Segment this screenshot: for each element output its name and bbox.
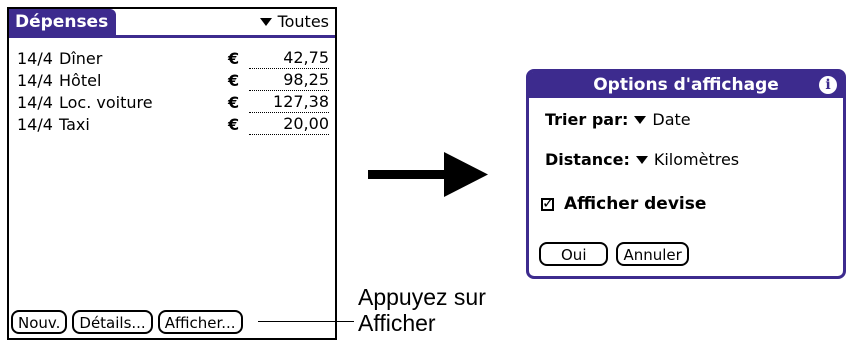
button-row: Nouv. Détails... Afficher... (11, 310, 243, 334)
show-currency-label[interactable]: Afficher devise (564, 194, 706, 214)
dialog-buttons: Oui Annuler (539, 242, 689, 266)
expense-date: 14/4 (17, 49, 53, 68)
expense-description: Taxi (59, 115, 90, 134)
distance-row: Distance: Kilomètres (545, 150, 739, 169)
details-button[interactable]: Détails... (72, 310, 153, 334)
category-picker[interactable]: Toutes (259, 9, 329, 35)
sort-value[interactable]: Date (652, 110, 690, 129)
right-arrow-icon (368, 152, 488, 197)
triangle-down-icon (259, 18, 272, 26)
triangle-down-icon[interactable] (634, 115, 647, 124)
expense-row[interactable]: 14/4 Loc. voiture € 127,38 (17, 92, 329, 114)
callout-text: Appuyez sur Afficher (358, 284, 486, 336)
show-currency-row[interactable]: ✓ Afficher devise (541, 194, 706, 214)
expense-date: 14/4 (17, 93, 53, 112)
dialog-title: Options d'affichage (593, 75, 779, 95)
expense-description: Loc. voiture (59, 93, 153, 112)
sort-row: Trier par: Date (545, 110, 691, 129)
expense-currency: € (228, 49, 240, 68)
callout-line (258, 321, 354, 322)
expense-list-screen: Dépenses Toutes 14/4 Dîner € 42,75 14/4 … (7, 7, 337, 340)
title-bar: Dépenses Toutes (9, 9, 335, 38)
triangle-down-icon[interactable] (635, 155, 648, 164)
expense-row[interactable]: 14/4 Dîner € 42,75 (17, 48, 329, 70)
expense-date: 14/4 (17, 115, 53, 134)
distance-label: Distance: (545, 150, 630, 169)
expense-currency: € (228, 115, 240, 134)
checkbox-icon[interactable]: ✓ (541, 194, 555, 212)
expense-amount[interactable]: 98,25 (249, 70, 329, 91)
expense-amount[interactable]: 20,00 (249, 114, 329, 135)
distance-value[interactable]: Kilomètres (654, 150, 739, 169)
sort-label: Trier par: (545, 110, 629, 129)
expense-description: Dîner (59, 49, 103, 68)
callout-line-1: Appuyez sur (358, 284, 486, 310)
ok-button[interactable]: Oui (539, 242, 609, 266)
category-label: Toutes (277, 12, 329, 31)
expense-currency: € (228, 71, 240, 90)
expense-amount[interactable]: 127,38 (249, 92, 329, 113)
expense-currency: € (228, 93, 240, 112)
display-options-dialog: Options d'affichage i Trier par: Date Di… (526, 69, 846, 279)
cancel-button[interactable]: Annuler (616, 242, 689, 266)
dialog-title-bar: Options d'affichage i (529, 72, 843, 98)
expense-row[interactable]: 14/4 Taxi € 20,00 (17, 114, 329, 136)
info-icon[interactable]: i (819, 76, 837, 94)
show-button[interactable]: Afficher... (157, 310, 243, 334)
expense-row[interactable]: 14/4 Hôtel € 98,25 (17, 70, 329, 92)
app-title[interactable]: Dépenses (9, 9, 117, 35)
expense-description: Hôtel (59, 71, 102, 90)
expense-list: 14/4 Dîner € 42,75 14/4 Hôtel € 98,25 14… (17, 48, 329, 136)
new-button[interactable]: Nouv. (11, 310, 68, 334)
callout-line-2: Afficher (358, 310, 436, 336)
expense-amount[interactable]: 42,75 (249, 48, 329, 69)
expense-date: 14/4 (17, 71, 53, 90)
